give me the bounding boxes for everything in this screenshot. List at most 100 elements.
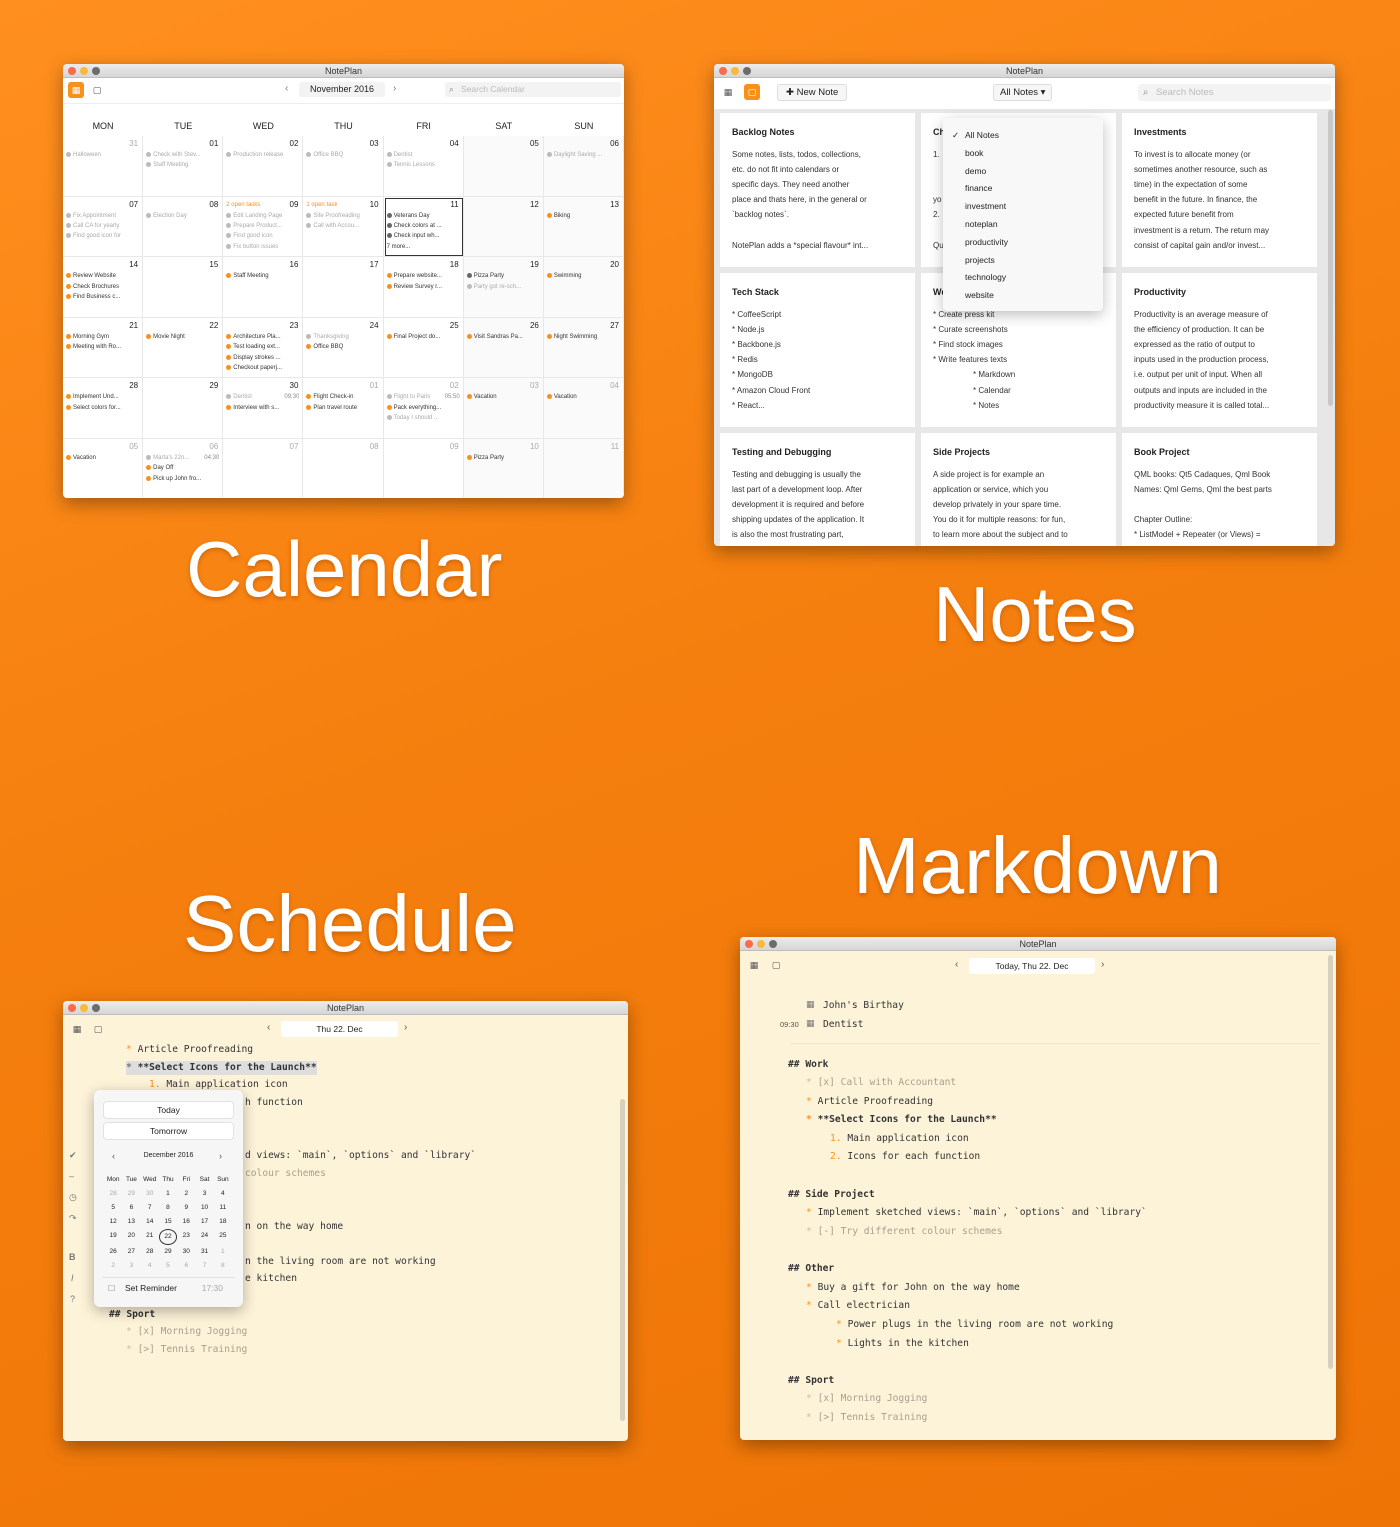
day-cell[interactable]: 02 Production release — [223, 136, 304, 197]
day-cell[interactable]: 11 Veterans Day Check colors at ... Check i… — [383, 196, 464, 258]
section-heading[interactable]: ## Work — [788, 1058, 828, 1072]
checkmark-icon[interactable]: ✔ — [69, 1150, 77, 1161]
day-cell[interactable]: 21 Morning Gym Meeting with Ro... — [63, 317, 144, 379]
task-line[interactable]: * [>] Tennis Training — [126, 1343, 247, 1357]
note-card[interactable]: Backlog Notes Some notes, lists, todos, c… — [720, 113, 915, 267]
calendar-event[interactable]: Test loading ext... — [226, 342, 299, 352]
zoom-window-button[interactable] — [769, 940, 777, 948]
mini-day[interactable]: 7 — [141, 1201, 159, 1215]
day-cell[interactable]: 13 Biking — [543, 196, 624, 258]
section-heading[interactable]: ## Sport — [109, 1308, 155, 1322]
mini-day[interactable]: 12 — [104, 1215, 122, 1229]
help-icon[interactable]: ? — [70, 1294, 75, 1304]
calendar-event[interactable]: Night Swimming — [546, 332, 620, 342]
notes-view-icon[interactable]: ▢ — [768, 957, 784, 973]
mini-day[interactable]: 21 — [141, 1229, 159, 1245]
mini-day[interactable]: 25 — [214, 1229, 232, 1245]
list-line[interactable]: 2. Icons for each function — [830, 1150, 980, 1164]
calendar-event[interactable]: Pack everything... — [386, 403, 460, 413]
mini-day[interactable]: 2 — [104, 1259, 122, 1273]
mini-day[interactable]: 6 — [122, 1201, 140, 1215]
mini-day[interactable]: 9 — [177, 1201, 195, 1215]
day-cell[interactable]: 09 2 open tasks Edit Landing Page Prepare P… — [223, 196, 304, 258]
mini-day[interactable]: 2 — [177, 1187, 195, 1201]
day-cell[interactable]: 12 — [463, 196, 544, 258]
task-line[interactable]: * Article Proofreading — [806, 1095, 933, 1109]
next-day-icon[interactable]: › — [404, 1022, 407, 1033]
calendar-event[interactable]: Select colors for... — [66, 403, 139, 413]
calendar-event[interactable]: Pizza Party — [466, 453, 540, 463]
calendar-event[interactable]: Display strokes ... — [226, 353, 299, 363]
calendar-event[interactable]: Interview with s... — [226, 403, 299, 413]
mini-day[interactable]: 27 — [122, 1245, 140, 1259]
calendar-event[interactable]: Fix Appointment — [66, 211, 139, 221]
calendar-event[interactable]: Review Survey r... — [386, 282, 460, 292]
task-line[interactable]: e kitchen — [245, 1272, 297, 1286]
day-cell[interactable]: 20 Swimming — [543, 257, 624, 318]
day-cell[interactable]: 23 Architecture Pla... Test loading ext...… — [223, 317, 304, 379]
mini-day[interactable]: 16 — [177, 1215, 195, 1229]
mini-day[interactable]: 19 — [104, 1229, 122, 1245]
mini-day[interactable]: 13 — [122, 1215, 140, 1229]
calendar-event[interactable]: Site Proofreading — [306, 211, 379, 221]
mini-day[interactable]: 31 — [195, 1245, 213, 1259]
day-cell[interactable]: 05 Vacation — [63, 438, 144, 498]
calendar-event[interactable]: Prepare Product... — [226, 221, 299, 231]
calendar-event[interactable]: Office BBQ — [306, 150, 379, 160]
day-cell[interactable]: 10 1 open task Site Proofreading Call with … — [303, 196, 384, 258]
zoom-window-button[interactable] — [92, 1004, 100, 1012]
mini-day[interactable]: 4 — [141, 1259, 159, 1273]
dash-icon[interactable]: – — [69, 1171, 74, 1181]
calendar-event[interactable]: Vacation — [66, 453, 139, 463]
dropdown-item[interactable]: projects — [943, 252, 1103, 270]
task-line[interactable]: * Implement sketched views: `main`, `opt… — [806, 1206, 1147, 1220]
set-reminder-label[interactable]: Set Reminder — [125, 1283, 177, 1293]
calendar-event[interactable]: John's Birthay — [823, 999, 904, 1013]
calendar-event[interactable]: Dentist — [386, 150, 460, 160]
minimize-window-button[interactable] — [757, 940, 765, 948]
calendar-event[interactable]: Today I should ... — [386, 413, 460, 423]
mini-day[interactable]: 7 — [195, 1259, 213, 1273]
notes-view-icon[interactable]: ▢ — [744, 84, 760, 100]
calendar-event[interactable]: Meeting with Ro... — [66, 342, 139, 352]
mini-day[interactable]: 28 — [141, 1245, 159, 1259]
search-input[interactable]: ⌕ Search Calendar — [445, 82, 621, 97]
calendar-event[interactable]: Tennis Lessons — [386, 160, 460, 170]
dropdown-item[interactable]: ✓ All Notes — [943, 127, 1103, 145]
calendar-event[interactable]: Check input wh... — [386, 231, 460, 241]
mini-day[interactable]: 28 — [104, 1187, 122, 1201]
calendar-event[interactable]: Check Brochures — [66, 282, 139, 292]
day-cell[interactable]: 30 Dentist 09:30 Interview with s... — [223, 378, 304, 439]
dropdown-item[interactable]: noteplan — [943, 216, 1103, 234]
dropdown-item[interactable]: demo — [943, 163, 1103, 181]
calendar-event[interactable]: Production release — [226, 150, 299, 160]
calendar-event[interactable]: Vacation — [466, 392, 540, 402]
day-cell[interactable]: 19 Pizza Party Party got re-sch... — [463, 257, 544, 318]
calendar-event[interactable]: Flight Check-in — [306, 392, 379, 402]
day-cell[interactable]: 03 Office BBQ — [303, 136, 384, 197]
calendar-view-icon[interactable]: ▦ — [69, 1021, 85, 1037]
calendar-event[interactable]: Prepare website... — [386, 271, 460, 281]
mini-day[interactable]: 1 — [214, 1245, 232, 1259]
day-cell[interactable]: 16 Staff Meeting — [223, 257, 304, 318]
day-cell[interactable]: 11 — [543, 438, 624, 498]
mini-day[interactable]: 14 — [141, 1215, 159, 1229]
task-line[interactable]: * [x] Morning Jogging — [126, 1325, 247, 1339]
task-line[interactable]: n on the way home — [245, 1220, 343, 1234]
day-cell[interactable]: 03 Vacation — [463, 378, 544, 439]
minimize-window-button[interactable] — [731, 67, 739, 75]
day-cell[interactable]: 02 Flight to Paris 05:50 Pack everything...… — [383, 378, 464, 439]
forward-arrow-icon[interactable]: ↷ — [69, 1213, 77, 1224]
note-card[interactable]: Investments To invest is to allocate mone… — [1122, 113, 1317, 267]
day-cell[interactable]: 24 Thanksgiving Office BBQ — [303, 317, 384, 379]
calendar-event[interactable]: Plan travel route — [306, 403, 379, 413]
section-heading[interactable]: ## Sport — [788, 1374, 834, 1388]
close-window-button[interactable] — [68, 67, 76, 75]
calendar-event[interactable]: Day Off — [146, 463, 219, 473]
task-line[interactable]: * [>] Tennis Training — [806, 1411, 927, 1425]
task-line[interactable]: * [-] Try different colour schemes — [806, 1225, 1002, 1239]
scrollbar[interactable] — [1328, 110, 1333, 406]
calendar-event[interactable]: Biking — [546, 211, 620, 221]
calendar-event[interactable]: Pizza Party — [466, 271, 540, 281]
mini-day[interactable]: 30 — [177, 1245, 195, 1259]
